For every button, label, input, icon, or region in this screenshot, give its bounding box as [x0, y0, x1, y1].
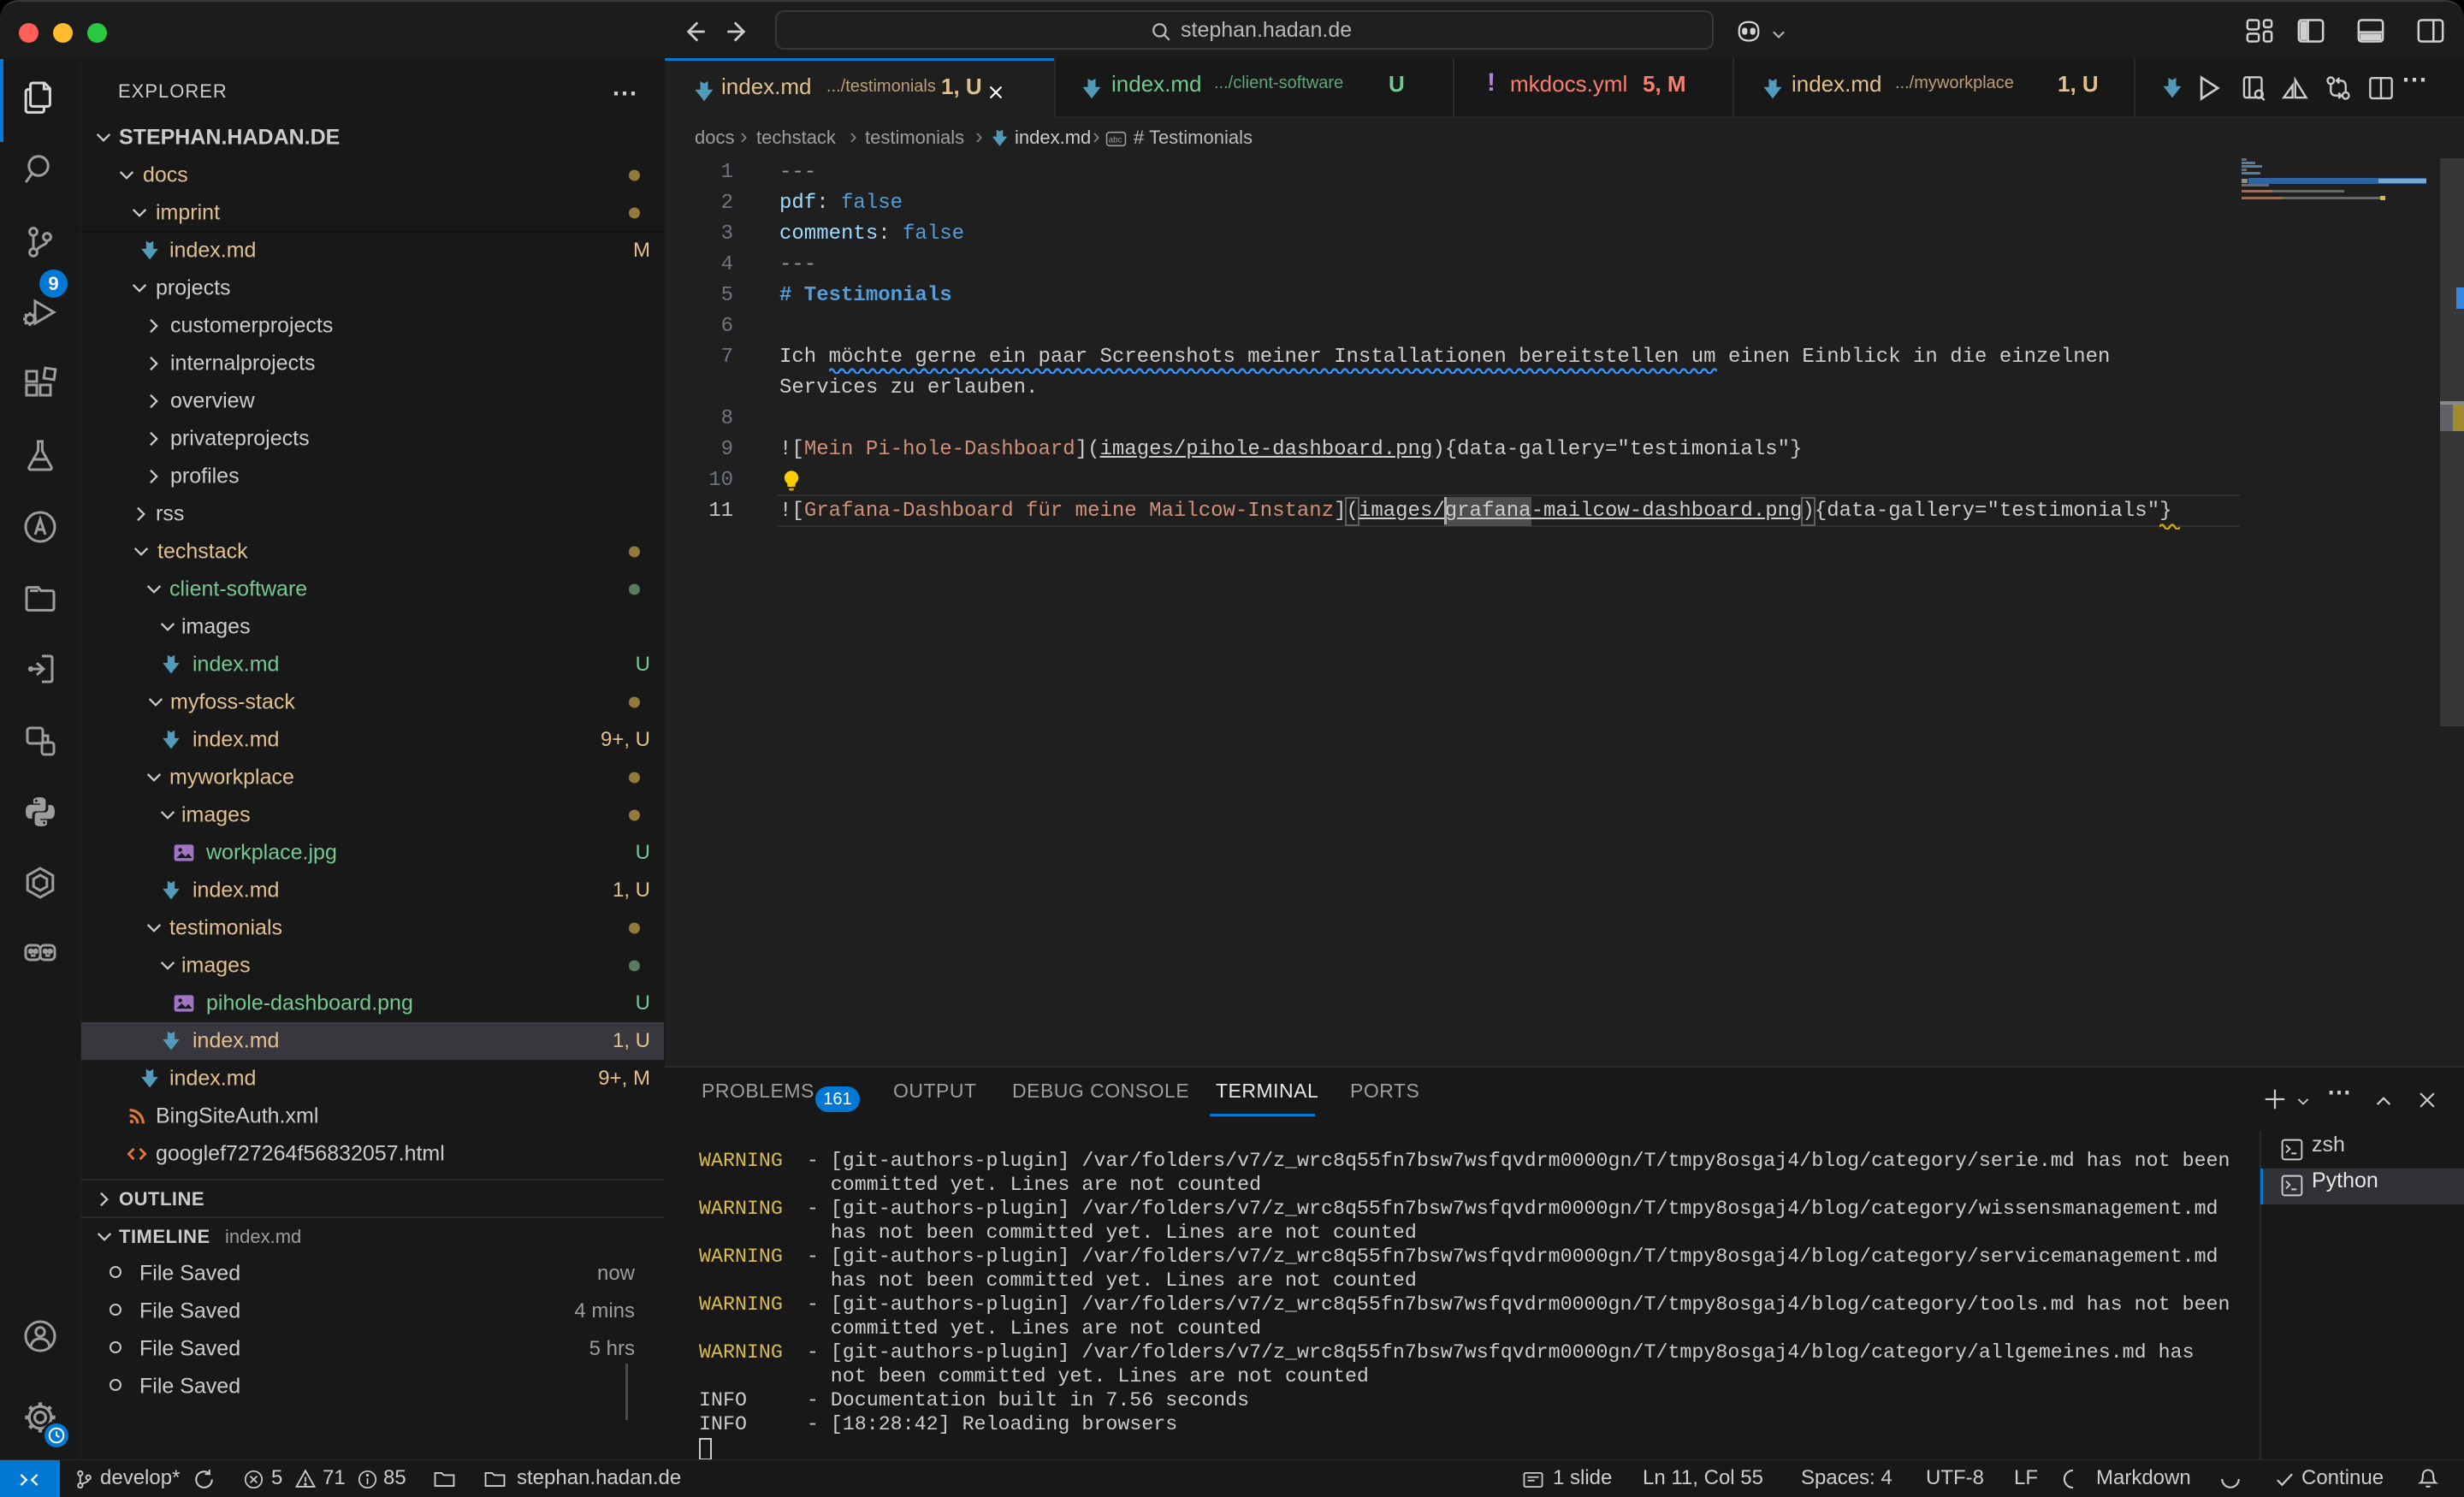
svg-text:abc: abc: [1109, 136, 1122, 145]
